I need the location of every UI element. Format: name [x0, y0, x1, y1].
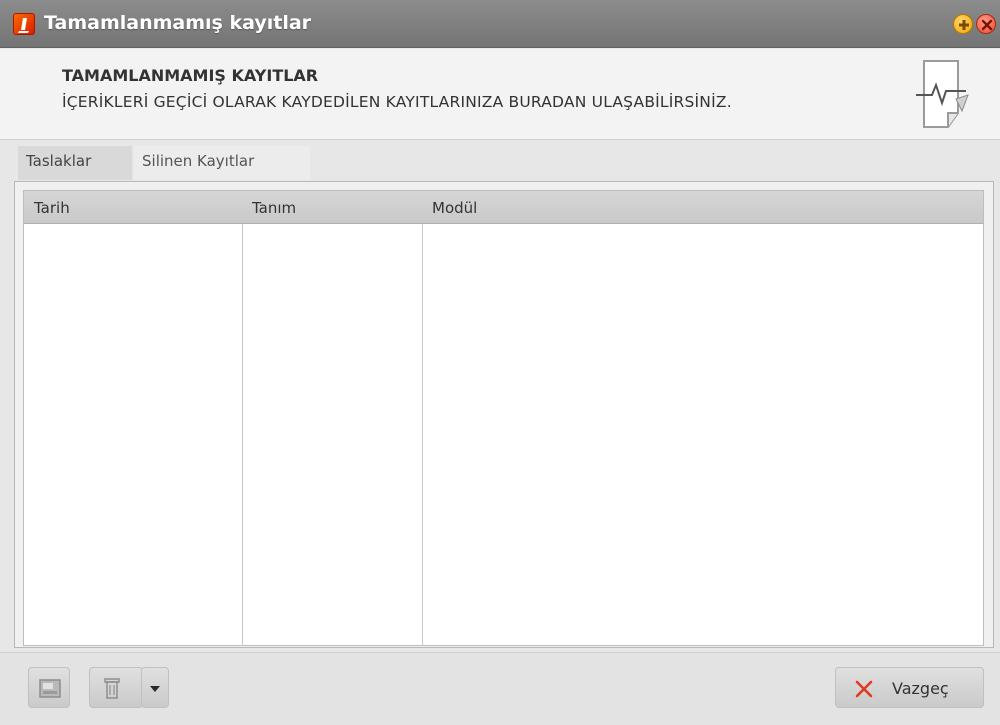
- open-folder-icon: [39, 679, 61, 698]
- window: Tamamlanmamış kayıtlar TAMAMLANMAMIŞ KAY…: [0, 0, 1000, 725]
- column-header-modul[interactable]: Modül: [422, 191, 982, 224]
- caret-down-icon: [150, 686, 160, 692]
- delete-options-dropdown[interactable]: [141, 667, 169, 708]
- logo-icon: [13, 13, 35, 35]
- table-header: Tarih Tanım Modül: [24, 191, 983, 224]
- page-subtitle: İÇERİKLERİ GEÇİCİ OLARAK KAYDEDİLEN KAYI…: [62, 93, 732, 111]
- records-panel: Tarih Tanım Modül: [14, 181, 994, 648]
- page-header: TAMAMLANMAMIŞ KAYITLAR İÇERİKLERİ GEÇİCİ…: [0, 49, 1000, 140]
- add-circle-icon[interactable]: [953, 14, 973, 34]
- cancel-button-label: Vazgeç: [892, 679, 949, 698]
- delete-button[interactable]: [89, 667, 143, 708]
- open-button[interactable]: [28, 667, 70, 708]
- trash-icon: [104, 678, 120, 699]
- column-divider: [242, 224, 243, 646]
- x-icon: [855, 680, 873, 698]
- records-table[interactable]: Tarih Tanım Modül: [23, 190, 984, 646]
- cancel-button[interactable]: Vazgeç: [835, 667, 984, 708]
- close-circle-icon[interactable]: [976, 14, 996, 34]
- page-title: TAMAMLANMAMIŞ KAYITLAR: [62, 66, 319, 85]
- document-chart-icon: [912, 55, 970, 135]
- window-title: Tamamlanmamış kayıtlar: [44, 12, 312, 34]
- column-header-tanim[interactable]: Tanım: [242, 191, 422, 224]
- column-divider: [422, 224, 423, 646]
- bottom-toolbar: Vazgeç: [0, 652, 1000, 725]
- tab-silinen-kayitlar[interactable]: Silinen Kayıtlar: [134, 146, 310, 180]
- title-bar[interactable]: Tamamlanmamış kayıtlar: [0, 0, 1000, 48]
- column-header-tarih[interactable]: Tarih: [24, 191, 242, 224]
- tab-taslaklar[interactable]: Taslaklar: [18, 146, 132, 180]
